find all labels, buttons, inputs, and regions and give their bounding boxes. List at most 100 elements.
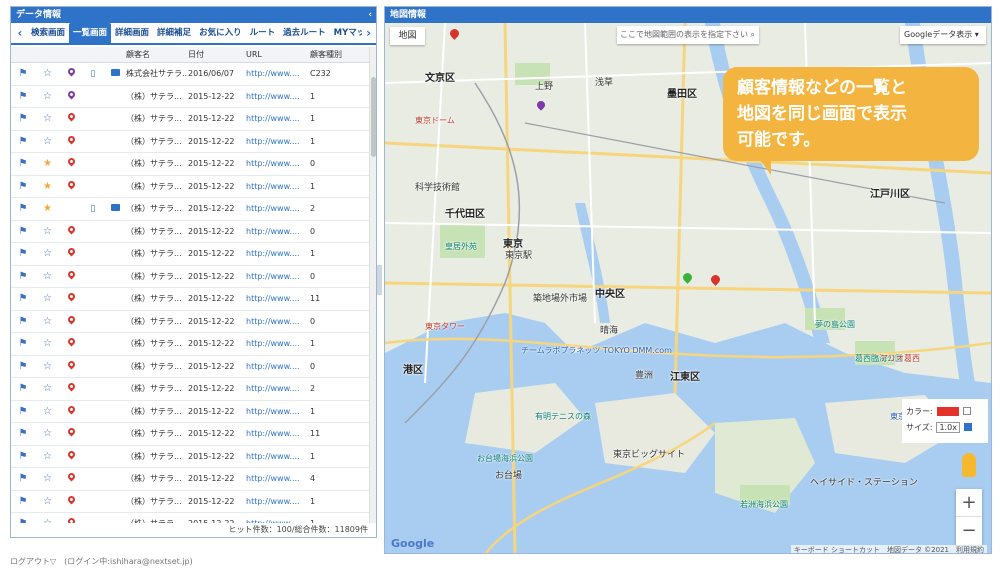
flag-icon[interactable]: ⚑ <box>11 401 35 423</box>
star-icon[interactable]: ☆ <box>35 311 60 333</box>
table-row[interactable]: ⚑ ☆ （株）サテラ... 2015-12-22 http://www.... 4 <box>11 468 369 491</box>
map-type-button[interactable]: 地図 <box>390 27 425 45</box>
table-row[interactable]: ⚑☆ （株）サテラ... 2015-12-22 http://www....1 <box>11 491 369 513</box>
col-type[interactable]: 顧客種別 <box>310 47 358 62</box>
star-icon[interactable]: ★ <box>35 176 60 198</box>
cell-url[interactable]: http://www.... <box>246 243 310 265</box>
flag-icon[interactable]: ⚑ <box>11 468 35 490</box>
table-row[interactable]: ⚑ ☆ （株）サテラ... 2015-12-22 http://www.... 0 <box>11 356 369 378</box>
pin-icon[interactable] <box>66 89 76 99</box>
pin-icon[interactable] <box>66 291 76 302</box>
cell-url[interactable]: http://www.... <box>246 468 310 490</box>
flag-icon[interactable]: ⚑ <box>11 176 35 198</box>
pin-icon[interactable] <box>66 404 76 414</box>
star-icon[interactable]: ☆ <box>35 446 60 468</box>
star-icon[interactable]: ☆ <box>35 288 60 310</box>
flag-icon[interactable]: ⚑ <box>11 423 35 445</box>
table-row[interactable]: ⚑ ☆ （株）サテラ... 2015-12-22 http://www.... 0 <box>11 266 369 288</box>
cell-url[interactable]: http://www.... <box>246 401 310 423</box>
cell-url[interactable]: http://www.... <box>246 176 310 198</box>
flag-icon[interactable]: ⚑ <box>11 356 35 378</box>
map-data-select[interactable]: Googleデータ表示 ▾ <box>900 26 986 44</box>
star-icon[interactable]: ★ <box>35 198 60 220</box>
flag-icon[interactable]: ⚑ <box>11 333 35 355</box>
chevron-left-icon[interactable]: ‹ <box>13 23 27 43</box>
star-icon[interactable]: ★ <box>35 153 60 175</box>
color-swatch[interactable] <box>936 406 959 416</box>
pin-icon[interactable] <box>66 314 76 324</box>
cell-url[interactable]: http://www.... <box>246 198 310 220</box>
table-row[interactable]: ⚑ ☆ （株）サテラ... 2015-12-22 http://www.... 11 <box>11 423 369 446</box>
cell-url[interactable]: http://www.... <box>246 513 310 523</box>
col-name[interactable]: 顧客名 <box>126 47 188 62</box>
flag-icon[interactable]: ⚑ <box>11 153 35 175</box>
table-row[interactable]: ⚑☆ （株）サテラ... 2015-12-22 http://www....1 <box>11 86 369 108</box>
table-row[interactable]: ⚑ ☆ （株）サテラ... 2015-12-22 http://www.... 2 <box>11 378 369 401</box>
cell-url[interactable]: http://www.... <box>246 86 310 108</box>
pin-icon[interactable] <box>66 269 76 279</box>
pin-icon[interactable] <box>66 111 76 122</box>
star-icon[interactable]: ☆ <box>35 86 60 108</box>
cell-url[interactable]: http://www.... <box>246 266 310 288</box>
table-row[interactable]: ⚑☆ （株）サテラ... 2015-12-22 http://www....1 <box>11 131 369 153</box>
table-row[interactable]: ⚑ ★ （株）サテラ... 2015-12-22 http://www.... 0 <box>11 153 369 176</box>
star-icon[interactable]: ☆ <box>35 243 60 265</box>
cell-url[interactable]: http://www.... <box>246 63 310 85</box>
flag-icon[interactable]: ⚑ <box>11 378 35 400</box>
logout-link[interactable]: ログアウト▽ (ログイン中:ishihara@nextset.jp) <box>10 556 193 567</box>
table-row[interactable]: ⚑☆ （株）サテラ... 2015-12-22 http://www....1 <box>11 108 369 131</box>
table-row[interactable]: ⚑ ☆ ▯ 株式会社サテラ... 2016/06/07 http://www.... C23… <box>11 63 369 86</box>
color-checkbox[interactable] <box>962 407 971 415</box>
star-icon[interactable]: ☆ <box>35 468 60 490</box>
message-icon[interactable] <box>110 204 120 211</box>
table-scrollbar[interactable] <box>369 47 376 523</box>
panel-splitter[interactable] <box>377 265 382 295</box>
cell-url[interactable]: http://www.... <box>246 108 310 130</box>
star-icon[interactable]: ☆ <box>35 333 60 355</box>
size-checkbox[interactable] <box>963 423 972 431</box>
flag-icon[interactable]: ⚑ <box>11 491 35 513</box>
tab-mymap[interactable]: MYマップ <box>330 23 362 43</box>
pin-icon[interactable] <box>66 516 76 523</box>
pin-icon[interactable] <box>66 426 76 437</box>
search-icon[interactable]: ⌕ <box>751 26 755 44</box>
map-attribution[interactable]: キーボード ショートカット 地図データ ©2021 利用規約 <box>790 545 987 553</box>
cell-url[interactable]: http://www.... <box>246 423 310 445</box>
tab-search[interactable]: 検索画面 <box>27 23 69 43</box>
zoom-out-button[interactable]: − <box>956 517 982 545</box>
pegman-icon[interactable] <box>962 453 976 477</box>
scroll-thumb[interactable] <box>371 77 376 157</box>
pin-icon[interactable] <box>66 381 76 392</box>
cell-url[interactable]: http://www.... <box>246 153 310 175</box>
tab-route[interactable]: ルート <box>246 23 280 43</box>
star-icon[interactable]: ☆ <box>35 266 60 288</box>
pin-icon[interactable] <box>66 494 76 504</box>
table-row[interactable]: ⚑☆ （株）サテラ... 2015-12-22 http://www....1 <box>11 243 369 266</box>
flag-icon[interactable]: ⚑ <box>11 288 35 310</box>
flag-icon[interactable]: ⚑ <box>11 108 35 130</box>
table-row[interactable]: ⚑ ☆ （株）サテラ... 2015-12-22 http://www.... 11 <box>11 288 369 311</box>
flag-icon[interactable]: ⚑ <box>11 446 35 468</box>
cell-url[interactable]: http://www.... <box>246 311 310 333</box>
flag-icon[interactable]: ⚑ <box>11 198 35 220</box>
pin-icon[interactable] <box>66 224 76 234</box>
cell-url[interactable]: http://www.... <box>246 221 310 243</box>
star-icon[interactable]: ☆ <box>35 491 60 513</box>
star-icon[interactable]: ☆ <box>35 63 60 85</box>
star-icon[interactable]: ☆ <box>35 513 60 523</box>
pin-icon[interactable] <box>66 359 76 369</box>
cell-url[interactable]: http://www.... <box>246 333 310 355</box>
size-select[interactable]: 1.0x <box>936 421 960 433</box>
map-canvas[interactable]: 地図 ここで地図範囲の表示を指定下さい ⌕ Googleデータ表示 ▾ 文京区墨… <box>385 23 991 553</box>
flag-icon[interactable]: ⚑ <box>11 513 35 523</box>
tab-past-route[interactable]: 過去ルート <box>279 23 330 43</box>
tab-detail-extra[interactable]: 詳細補足 <box>153 23 195 43</box>
zoom-in-button[interactable]: + <box>956 489 982 517</box>
chevron-right-icon[interactable]: › <box>362 23 376 43</box>
tab-detail[interactable]: 詳細画面 <box>111 23 153 43</box>
flag-icon[interactable]: ⚑ <box>11 266 35 288</box>
cell-url[interactable]: http://www.... <box>246 131 310 153</box>
cell-url[interactable]: http://www.... <box>246 446 310 468</box>
cell-url[interactable]: http://www.... <box>246 288 310 310</box>
message-icon[interactable] <box>110 69 120 76</box>
